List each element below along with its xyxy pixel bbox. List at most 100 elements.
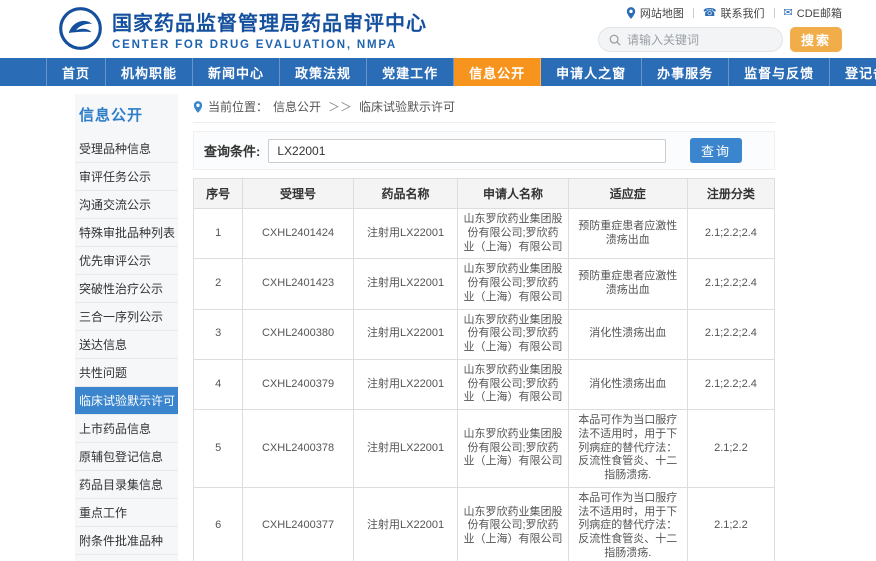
sidebar-item[interactable]: 临床试验默示许可	[75, 387, 178, 415]
contact-link[interactable]: ☎ 联系我们	[703, 5, 765, 21]
column-header: 受理号	[243, 179, 353, 209]
nav-item[interactable]: 新闻中心	[193, 58, 280, 86]
divider	[693, 8, 694, 18]
table-row: 3CXHL2400380注射用LX22001山东罗欣药业集团股份有限公司;罗欣药…	[194, 309, 775, 359]
nav-item[interactable]: 信息公开	[454, 58, 541, 86]
nav-item[interactable]: 登记备案平台	[830, 58, 876, 86]
phone-icon: ☎	[703, 8, 717, 19]
search-row: 搜索	[598, 27, 842, 52]
results-table: 序号受理号药品名称申请人名称适应症注册分类 1CXHL2401424注射用LX2…	[193, 178, 775, 561]
breadcrumb: 当前位置： 信息公开 ＞＞ 临床试验默示许可	[193, 94, 775, 123]
sidebar-item[interactable]: 受理品种信息	[75, 135, 178, 163]
main-nav: 首页机构职能新闻中心政策法规党建工作信息公开申请人之窗办事服务监督与反馈登记备案…	[0, 58, 876, 86]
table-cell: CXHL2400380	[243, 309, 353, 359]
table-cell: 山东罗欣药业集团股份有限公司;罗欣药业（上海）有限公司	[458, 259, 568, 309]
sidebar-title: 信息公开	[75, 94, 178, 135]
nav-item[interactable]: 办事服务	[642, 58, 729, 86]
table-cell: 注射用LX22001	[353, 259, 458, 309]
table-cell: CXHL2400377	[243, 487, 353, 561]
table-cell: 2.1;2.2	[687, 487, 774, 561]
sidebar-menu: 受理品种信息审评任务公示沟通交流公示特殊审批品种列表优先审评公示突破性治疗公示三…	[75, 135, 178, 555]
table-cell: 预防重症患者应激性溃疡出血	[568, 259, 687, 309]
query-input[interactable]	[268, 139, 666, 163]
nav-item[interactable]: 申请人之窗	[541, 58, 642, 86]
sidebar-item[interactable]: 优先审评公示	[75, 247, 178, 275]
table-row: 1CXHL2401424注射用LX22001山东罗欣药业集团股份有限公司;罗欣药…	[194, 209, 775, 259]
sidebar-item[interactable]: 突破性治疗公示	[75, 275, 178, 303]
table-cell: 2.1;2.2;2.4	[687, 259, 774, 309]
sidebar-item[interactable]: 原辅包登记信息	[75, 443, 178, 471]
column-header: 申请人名称	[458, 179, 568, 209]
sidebar-item[interactable]: 三合一序列公示	[75, 303, 178, 331]
table-cell: 注射用LX22001	[353, 309, 458, 359]
table-cell: 6	[194, 487, 243, 561]
divider	[774, 8, 775, 18]
table-row: 4CXHL2400379注射用LX22001山东罗欣药业集团股份有限公司;罗欣药…	[194, 359, 775, 409]
query-bar: 查询条件: 查询	[193, 131, 775, 170]
sidebar-item[interactable]: 共性问题	[75, 359, 178, 387]
mailbox-link[interactable]: ✉ CDE邮箱	[784, 5, 842, 21]
table-row: 2CXHL2401423注射用LX22001山东罗欣药业集团股份有限公司;罗欣药…	[194, 259, 775, 309]
column-header: 药品名称	[353, 179, 458, 209]
table-cell: CXHL2400379	[243, 359, 353, 409]
query-button[interactable]: 查询	[690, 138, 742, 163]
search-input[interactable]	[627, 33, 772, 47]
table-cell: 1	[194, 209, 243, 259]
table-cell: 2.1;2.2;2.4	[687, 359, 774, 409]
table-cell: 本品可作为当口服疗法不适用时，用于下列病症的替代疗法：反流性食管炎、十二指肠溃疡…	[568, 487, 687, 561]
table-header-row: 序号受理号药品名称申请人名称适应症注册分类	[194, 179, 775, 209]
table-cell: 注射用LX22001	[353, 359, 458, 409]
table-cell: CXHL2401424	[243, 209, 353, 259]
sidebar-item[interactable]: 上市药品信息	[75, 415, 178, 443]
sidebar: 信息公开 受理品种信息审评任务公示沟通交流公示特殊审批品种列表优先审评公示突破性…	[75, 94, 178, 561]
cde-logo-icon	[58, 6, 103, 51]
nav-item[interactable]: 监督与反馈	[729, 58, 830, 86]
location-pin-icon	[193, 101, 203, 113]
table-cell: CXHL2401423	[243, 259, 353, 309]
nav-item[interactable]: 政策法规	[280, 58, 367, 86]
breadcrumb-separator: ＞＞	[328, 98, 352, 115]
query-label: 查询条件:	[204, 141, 260, 160]
breadcrumb-prefix: 当前位置：	[208, 98, 268, 115]
sidebar-item[interactable]: 附条件批准品种	[75, 527, 178, 555]
breadcrumb-section-link[interactable]: 信息公开	[273, 98, 321, 115]
table-cell: 山东罗欣药业集团股份有限公司;罗欣药业（上海）有限公司	[458, 309, 568, 359]
search-button[interactable]: 搜索	[790, 27, 842, 52]
sidebar-item[interactable]: 药品目录集信息	[75, 471, 178, 499]
sidebar-item[interactable]: 重点工作	[75, 499, 178, 527]
search-icon	[609, 34, 621, 46]
sidebar-item[interactable]: 送达信息	[75, 331, 178, 359]
sidebar-item[interactable]: 沟通交流公示	[75, 191, 178, 219]
header-right: 网站地图 ☎ 联系我们 ✉ CDE邮箱 搜索	[598, 5, 842, 52]
sitemap-link[interactable]: 网站地图	[626, 5, 684, 21]
main-nav-items: 首页机构职能新闻中心政策法规党建工作信息公开申请人之窗办事服务监督与反馈登记备案…	[46, 58, 876, 86]
mailbox-link-label: CDE邮箱	[797, 5, 842, 21]
mail-icon: ✉	[784, 8, 793, 19]
table-cell: 4	[194, 359, 243, 409]
table-cell: 本品可作为当口服疗法不适用时，用于下列病症的替代疗法：反流性食管炎、十二指肠溃疡…	[568, 410, 687, 488]
brand: 国家药品监督管理局药品审评中心 CENTER FOR DRUG EVALUATI…	[58, 6, 427, 51]
column-header: 适应症	[568, 179, 687, 209]
sidebar-item[interactable]: 审评任务公示	[75, 163, 178, 191]
table-cell: 注射用LX22001	[353, 410, 458, 488]
nav-item[interactable]: 首页	[46, 58, 106, 86]
table-cell: 注射用LX22001	[353, 487, 458, 561]
column-header: 注册分类	[687, 179, 774, 209]
contact-link-label: 联系我们	[721, 5, 765, 21]
table-cell: 山东罗欣药业集团股份有限公司;罗欣药业（上海）有限公司	[458, 410, 568, 488]
table-cell: 消化性溃疡出血	[568, 309, 687, 359]
table-cell: 5	[194, 410, 243, 488]
sitemap-link-label: 网站地图	[640, 5, 684, 21]
nav-item[interactable]: 党建工作	[367, 58, 454, 86]
table-cell: 山东罗欣药业集团股份有限公司;罗欣药业（上海）有限公司	[458, 487, 568, 561]
table-cell: 山东罗欣药业集团股份有限公司;罗欣药业（上海）有限公司	[458, 359, 568, 409]
nav-item[interactable]: 机构职能	[106, 58, 193, 86]
table-cell: 2	[194, 259, 243, 309]
table-cell: 2.1;2.2;2.4	[687, 209, 774, 259]
map-pin-icon	[626, 7, 636, 19]
brand-text: 国家药品监督管理局药品审评中心 CENTER FOR DRUG EVALUATI…	[112, 7, 427, 51]
sidebar-item[interactable]: 特殊审批品种列表	[75, 219, 178, 247]
site-title: 国家药品监督管理局药品审评中心	[112, 7, 427, 36]
table-cell: 3	[194, 309, 243, 359]
column-header: 序号	[194, 179, 243, 209]
